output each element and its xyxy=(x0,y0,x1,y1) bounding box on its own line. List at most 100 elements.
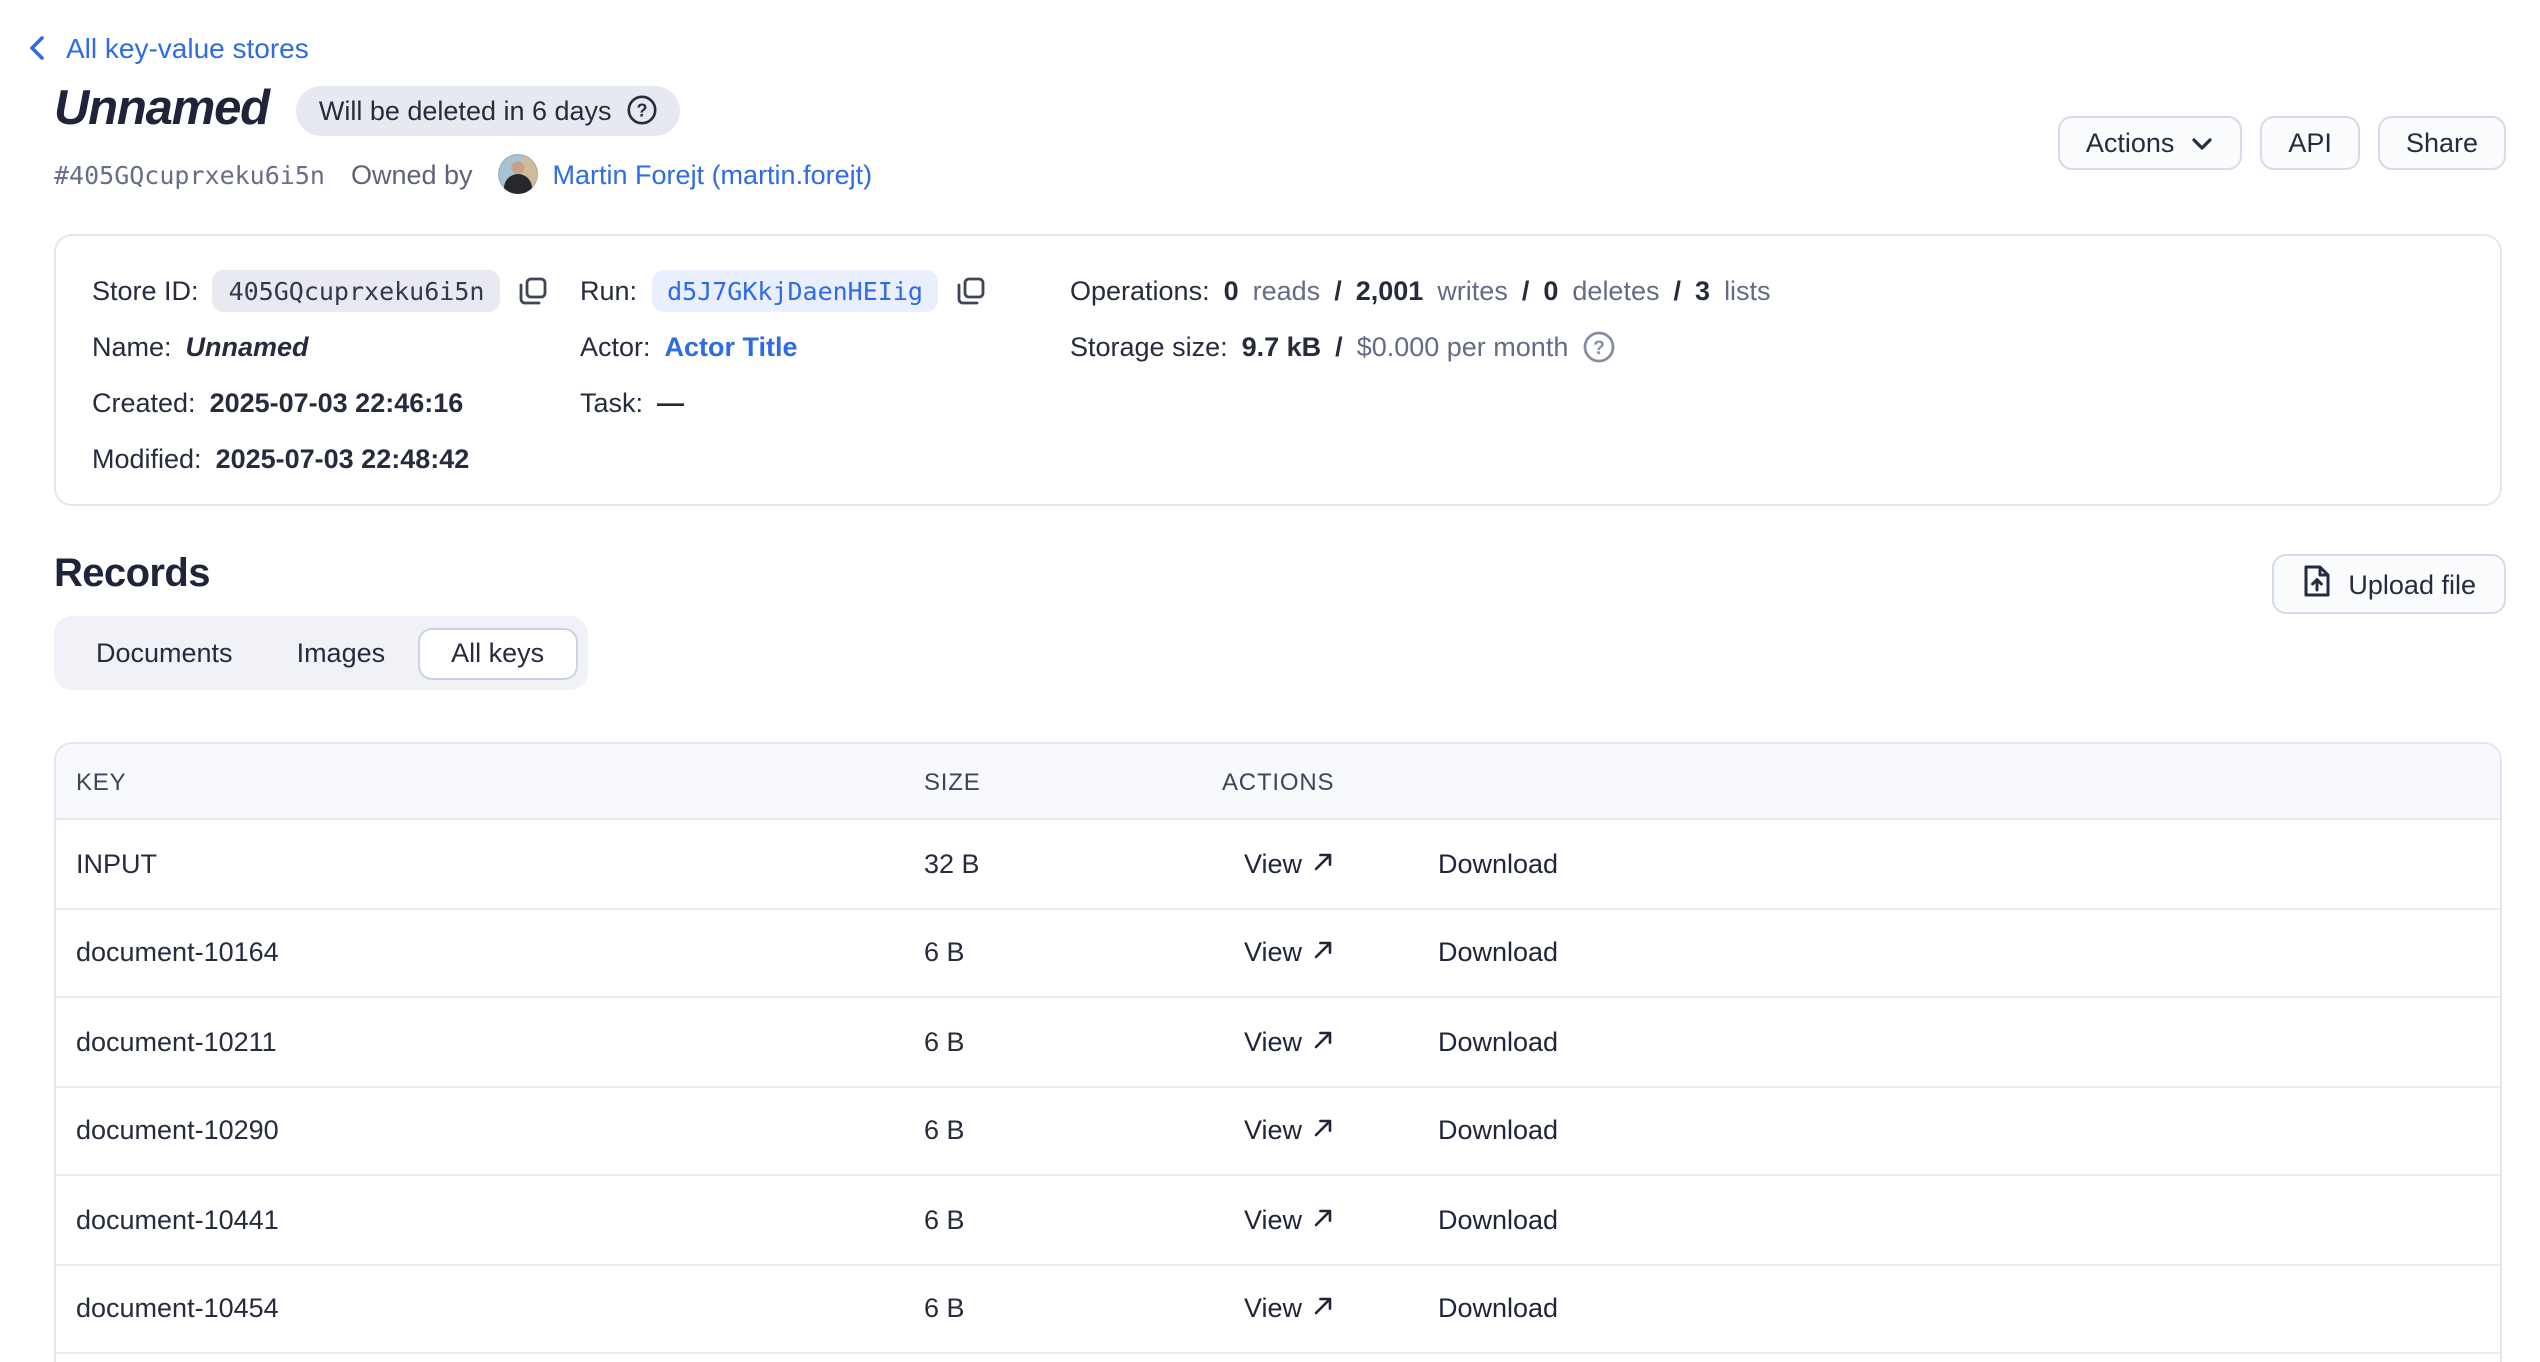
download-link[interactable]: Download xyxy=(1438,1205,1558,1235)
record-key: document-10454 xyxy=(76,1294,279,1324)
storage-size-label: Storage size: xyxy=(1070,331,1228,361)
run-id-link[interactable]: d5J7GKkjDaenHEIig xyxy=(651,269,939,311)
api-button[interactable]: API xyxy=(2260,116,2360,170)
page-title: Unnamed xyxy=(54,82,269,138)
modified-label: Modified: xyxy=(92,443,202,473)
records-table: KEY SIZE ACTIONS INPUT 32 B View Downloa… xyxy=(54,742,2502,1362)
separator: / xyxy=(1334,275,1342,305)
record-key: document-10164 xyxy=(76,938,279,968)
view-link[interactable]: View xyxy=(1244,1027,1334,1057)
owned-by-label: Owned by xyxy=(351,159,473,189)
view-link-label: View xyxy=(1244,1294,1302,1324)
store-id-label: Store ID: xyxy=(92,275,199,305)
store-info-card: Store ID: 405GQcuprxeku6i5n Name: Unname… xyxy=(54,234,2502,506)
avatar xyxy=(499,154,539,194)
record-key: document-10290 xyxy=(76,1116,279,1146)
separator: / xyxy=(1522,275,1530,305)
copy-icon[interactable] xyxy=(957,275,987,305)
chevron-left-icon xyxy=(26,34,48,62)
view-link[interactable]: View xyxy=(1244,938,1334,968)
view-link-label: View xyxy=(1244,1027,1302,1057)
view-link-label: View xyxy=(1244,938,1302,968)
lists-unit: lists xyxy=(1724,275,1771,305)
header-actions: Actions API Share xyxy=(2058,116,2506,170)
table-row: document-10164 6 B View Download xyxy=(56,909,2500,998)
record-size: 6 B xyxy=(924,938,965,968)
separator: / xyxy=(1674,275,1682,305)
view-link[interactable]: View xyxy=(1244,1205,1334,1235)
deletion-badge: Will be deleted in 6 days ? xyxy=(297,85,680,135)
tab-all-keys[interactable]: All keys xyxy=(417,627,578,679)
record-key: INPUT xyxy=(76,849,157,879)
download-link[interactable]: Download xyxy=(1438,1116,1558,1146)
external-link-icon xyxy=(1312,1116,1334,1146)
store-hash: #405GQcuprxeku6i5n xyxy=(54,159,325,189)
column-header-actions: ACTIONS xyxy=(1222,767,1334,795)
deletes-count: 0 xyxy=(1543,275,1558,305)
external-link-icon xyxy=(1312,1027,1334,1057)
chevron-down-icon xyxy=(2190,128,2214,158)
header: Unnamed Will be deleted in 6 days ? xyxy=(54,82,680,138)
created-label: Created: xyxy=(92,387,196,417)
table-row: document-10454 6 B View Download xyxy=(56,1265,2500,1354)
deletes-unit: deletes xyxy=(1572,275,1659,305)
actor-link[interactable]: Actor Title xyxy=(665,331,798,361)
reads-count: 0 xyxy=(1224,275,1239,305)
created-value: 2025-07-03 22:46:16 xyxy=(210,387,464,417)
operations-label: Operations: xyxy=(1070,275,1210,305)
view-link-label: View xyxy=(1244,1205,1302,1235)
lists-count: 3 xyxy=(1695,275,1710,305)
owner-link-wrap[interactable]: Martin Forejt (martin.forejt) xyxy=(499,154,873,194)
actions-button-label: Actions xyxy=(2086,128,2175,158)
record-size: 6 B xyxy=(924,1027,965,1057)
record-size: 6 B xyxy=(924,1205,965,1235)
download-link[interactable]: Download xyxy=(1438,1027,1558,1057)
info-column-middle: Run: d5J7GKkjDaenHEIig Actor: Actor Titl… xyxy=(580,270,987,422)
owner-link[interactable]: Martin Forejt (martin.forejt) xyxy=(553,159,873,189)
upload-file-button[interactable]: Upload file xyxy=(2272,554,2506,614)
download-link[interactable]: Download xyxy=(1438,849,1558,879)
upload-file-label: Upload file xyxy=(2348,569,2476,599)
view-link[interactable]: View xyxy=(1244,849,1334,879)
run-label: Run: xyxy=(580,275,637,305)
actions-button[interactable]: Actions xyxy=(2058,116,2243,170)
breadcrumb[interactable]: All key-value stores xyxy=(26,32,309,64)
external-link-icon xyxy=(1312,849,1334,879)
record-size: 6 B xyxy=(924,1116,965,1146)
help-icon[interactable]: ? xyxy=(1582,329,1616,363)
svg-text:?: ? xyxy=(1594,337,1606,358)
download-link[interactable]: Download xyxy=(1438,938,1558,968)
task-label: Task: xyxy=(580,387,643,417)
table-row: document-10211 6 B View Download xyxy=(56,998,2500,1087)
tab-images[interactable]: Images xyxy=(265,627,418,679)
separator: / xyxy=(1335,331,1343,361)
deletion-badge-label: Will be deleted in 6 days xyxy=(319,95,612,125)
external-link-icon xyxy=(1312,1294,1334,1324)
view-link-label: View xyxy=(1244,1116,1302,1146)
name-value: Unnamed xyxy=(186,331,309,361)
table-row: INPUT 32 B View Download xyxy=(56,820,2500,909)
tab-documents[interactable]: Documents xyxy=(64,627,265,679)
download-link[interactable]: Download xyxy=(1438,1294,1558,1324)
view-link[interactable]: View xyxy=(1244,1116,1334,1146)
writes-unit: writes xyxy=(1437,275,1508,305)
task-value: — xyxy=(657,387,684,417)
column-header-size: SIZE xyxy=(924,767,981,795)
breadcrumb-label[interactable]: All key-value stores xyxy=(66,32,309,64)
key-value-store-detail-page: All key-value stores Unnamed Will be del… xyxy=(0,0,2540,1362)
external-link-icon xyxy=(1312,938,1334,968)
table-row: document-10290 6 B View Download xyxy=(56,1087,2500,1176)
modified-value: 2025-07-03 22:48:42 xyxy=(216,443,470,473)
share-button[interactable]: Share xyxy=(2378,116,2506,170)
view-link[interactable]: View xyxy=(1244,1294,1334,1324)
writes-count: 2,001 xyxy=(1356,275,1424,305)
copy-icon[interactable] xyxy=(518,275,548,305)
reads-unit: reads xyxy=(1253,275,1321,305)
storage-size-value: 9.7 kB xyxy=(1242,331,1322,361)
record-size: 32 B xyxy=(924,849,980,879)
help-icon[interactable]: ? xyxy=(626,94,658,126)
upload-file-icon xyxy=(2302,564,2332,604)
record-key: document-10211 xyxy=(76,1027,277,1057)
storage-cost: $0.000 per month xyxy=(1357,331,1569,361)
info-column-left: Store ID: 405GQcuprxeku6i5n Name: Unname… xyxy=(92,270,548,478)
